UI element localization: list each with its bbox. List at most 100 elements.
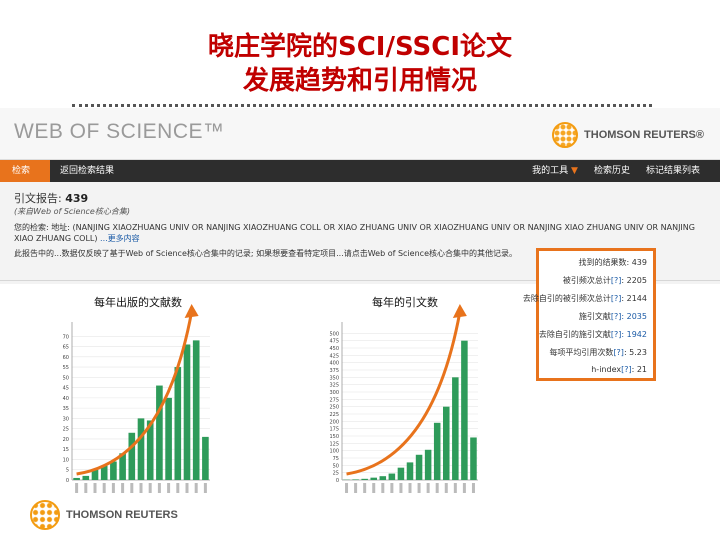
chart1-bar xyxy=(110,461,117,480)
chart1-x-tick-mark xyxy=(130,483,134,493)
help-link[interactable]: [?] xyxy=(611,312,622,321)
chart2-x-tick-mark xyxy=(453,483,457,493)
chart2-x-tick-mark xyxy=(354,483,358,493)
chart1-tick-label: 15 xyxy=(63,447,69,453)
summary-value[interactable]: : 2035 xyxy=(621,312,647,321)
slide-title: 晓庄学院的SCI/SSCI论文 发展趋势和引用情况 xyxy=(0,30,720,98)
chart1-tick-label: 65 xyxy=(63,345,69,351)
summary-value[interactable]: : 1942 xyxy=(621,330,647,339)
help-link[interactable]: [?] xyxy=(611,330,622,339)
chart1-bar xyxy=(192,340,200,480)
summary-value: : 2144 xyxy=(621,294,647,303)
chart2-bar xyxy=(433,422,441,480)
chart2-x-tick-mark xyxy=(381,483,385,493)
search-history-link[interactable]: 检索历史 xyxy=(594,160,630,182)
wos-header: WEB OF SCIENCE™ THOMSON REUTERS® xyxy=(0,108,720,160)
chart2-tick-label: 275 xyxy=(329,397,339,403)
summary-value: : 2205 xyxy=(621,276,647,285)
chart2-tick-label: 250 xyxy=(329,405,339,411)
chart1-tick-label: 55 xyxy=(63,365,69,371)
summary-label: 找到的结果数: xyxy=(578,258,632,267)
nav-right: 我的工具 ▼ 检索历史 标记结果列表 xyxy=(532,160,700,182)
thomson-reuters-orb-icon xyxy=(30,500,60,530)
thomson-reuters-text: THOMSON REUTERS® xyxy=(584,129,704,141)
chart2-bar xyxy=(424,449,432,480)
summary-label: 去除自引的被引频次总计 xyxy=(522,294,611,303)
summary-hindex-row: h-index[?]: 21 xyxy=(591,365,647,374)
chart2-tick-label: 175 xyxy=(329,427,339,433)
chart2-bar xyxy=(406,462,414,480)
chart1-bar xyxy=(128,432,136,480)
marked-list-link[interactable]: 标记结果列表 xyxy=(646,160,700,182)
chart2-x-tick-mark xyxy=(471,483,475,493)
chart2-tick-label: 400 xyxy=(329,361,339,367)
chart1-tick-label: 70 xyxy=(63,334,69,340)
chart2-tick-label: 200 xyxy=(329,419,339,425)
help-link[interactable]: [?] xyxy=(611,294,622,303)
chart1-tick-label: 40 xyxy=(63,396,69,402)
summary-results-row: 找到的结果数: 439 xyxy=(578,257,647,268)
footer-logo: THOMSON REUTERS xyxy=(30,500,178,530)
chart1-bar xyxy=(174,367,182,480)
chart2-bar xyxy=(397,467,405,480)
chart1-tick-label: 25 xyxy=(63,427,69,433)
chart2-x-tick-mark xyxy=(363,483,367,493)
thomson-reuters-logo: THOMSON REUTERS® xyxy=(552,122,704,148)
chart2-tick-label: 325 xyxy=(329,383,339,389)
navbar: 检索 返回检索结果 我的工具 ▼ 检索历史 标记结果列表 xyxy=(0,160,720,182)
chart2-bar xyxy=(452,377,459,480)
chart2-x-tick-mark xyxy=(426,483,430,493)
chart2-x-tick-mark xyxy=(435,483,439,493)
summary-label: 施引文献 xyxy=(578,312,611,321)
chart2-tick-label: 50 xyxy=(333,463,339,469)
chart2-x-tick-mark xyxy=(390,483,394,493)
footer-brand-text: THOMSON REUTERS xyxy=(66,509,178,521)
chart1-tick-label: 5 xyxy=(66,468,69,474)
chart2-x-tick-mark xyxy=(372,483,376,493)
chart2-tick-label: 25 xyxy=(333,471,339,477)
chart2-tick-label: 0 xyxy=(336,478,339,484)
my-tools-menu[interactable]: 我的工具 ▼ xyxy=(532,160,578,182)
chart2-x-tick-mark xyxy=(462,483,466,493)
chart2-tick-label: 75 xyxy=(333,456,339,462)
chart1-bar xyxy=(202,436,209,480)
chart2-bar xyxy=(379,476,387,480)
database-note: (来自Web of Science核心合集) xyxy=(14,207,130,216)
chart1-x-tick-mark xyxy=(176,483,180,493)
chart2-tick-label: 425 xyxy=(329,353,339,359)
summary-total-citations-row: 被引频次总计[?]: 2205 xyxy=(563,275,647,286)
summary-value: : 5.23 xyxy=(623,348,647,357)
chart2-bar xyxy=(361,478,368,480)
chart2-x-tick-mark xyxy=(345,483,349,493)
help-link[interactable]: [?] xyxy=(621,365,632,374)
summary-citing-no-self-row: 去除自引的施引文献[?]: 1942 xyxy=(539,329,647,340)
chart1-x-tick-mark xyxy=(75,483,79,493)
wos-logo[interactable]: WEB OF SCIENCE™ xyxy=(14,120,225,144)
chart2-tick-label: 300 xyxy=(329,390,339,396)
chart1-tick-label: 60 xyxy=(63,355,69,361)
tab-back-to-results[interactable]: 返回检索结果 xyxy=(60,160,114,182)
summary-label: h-index xyxy=(591,365,622,374)
tab-search[interactable]: 检索 xyxy=(0,160,50,182)
more-link[interactable]: ...更多内容 xyxy=(100,234,140,243)
chart1-bar xyxy=(183,344,191,480)
chart1-x-tick-mark xyxy=(157,483,161,493)
chart2-arrow-head-icon xyxy=(452,304,467,318)
chart2-tick-label: 225 xyxy=(329,412,339,418)
chart2-bar xyxy=(461,340,468,480)
help-link[interactable]: [?] xyxy=(613,348,624,357)
query-text: 您的检索: 地址: (NANJING XIAOZHUANG UNIV OR NA… xyxy=(14,222,714,244)
chart2-tick-label: 125 xyxy=(329,441,339,447)
chart1-x-tick-mark xyxy=(148,483,152,493)
chart1-bar xyxy=(165,397,172,480)
summary-label: 每项平均引用次数 xyxy=(549,348,614,357)
help-link[interactable]: [?] xyxy=(611,276,622,285)
chart1-tick-label: 0 xyxy=(66,478,69,484)
slide-title-line2: 发展趋势和引用情况 xyxy=(242,66,477,96)
chart1-x-tick-mark xyxy=(185,483,189,493)
report-title-label: 引文报告: xyxy=(14,192,66,205)
dotted-divider xyxy=(72,104,652,107)
chart2-bar xyxy=(370,477,377,480)
summary-label: 被引频次总计 xyxy=(562,276,611,285)
chart1-arrow-head-icon xyxy=(184,304,199,318)
